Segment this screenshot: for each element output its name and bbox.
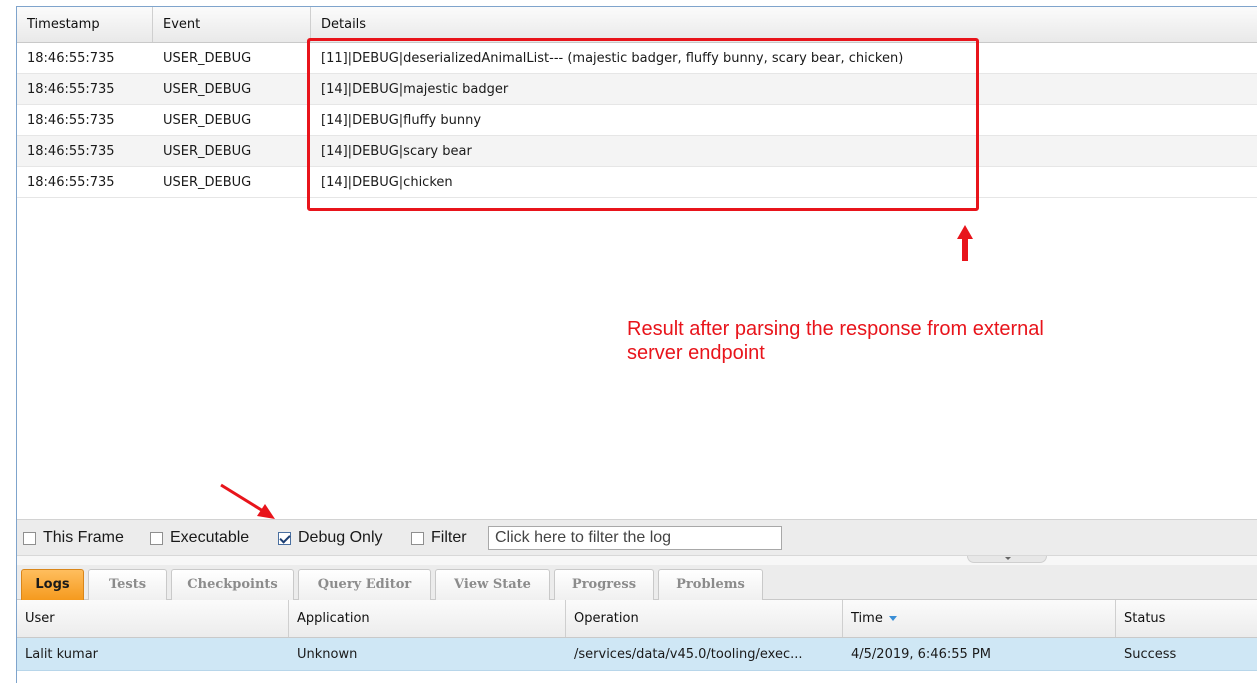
- column-header-operation[interactable]: Operation: [566, 600, 843, 637]
- annotation-text: Result after parsing the response from e…: [627, 318, 1044, 364]
- checkbox-label: Debug Only: [298, 529, 383, 546]
- checkmark-icon[interactable]: [278, 531, 291, 545]
- filter-checkbox[interactable]: Filter: [411, 529, 467, 547]
- executable-checkbox[interactable]: Executable: [150, 529, 249, 547]
- log-event: USER_DEBUG: [163, 144, 252, 159]
- developer-console-panel: Timestamp Event Details 18:46:55:735 USE…: [16, 6, 1257, 683]
- log-status: Success: [1124, 647, 1177, 662]
- column-header-timestamp[interactable]: Timestamp: [17, 7, 153, 42]
- log-user: Lalit kumar: [25, 647, 99, 662]
- column-header-user[interactable]: User: [17, 600, 289, 637]
- log-event: USER_DEBUG: [163, 175, 252, 190]
- log-event: USER_DEBUG: [163, 82, 252, 97]
- highlight-box: [307, 38, 979, 211]
- checkbox-box[interactable]: [23, 531, 36, 545]
- filter-log-input[interactable]: [488, 526, 782, 550]
- column-header-status[interactable]: Status: [1116, 600, 1257, 637]
- log-filter-bar: This Frame Executable Debug Only Filter: [17, 519, 1257, 555]
- log-timestamp: 18:46:55:735: [27, 144, 115, 159]
- tab-view-state[interactable]: View State: [435, 569, 550, 600]
- tab-tests[interactable]: Tests: [88, 569, 167, 600]
- arrow-down-right-icon: [220, 483, 275, 519]
- log-timestamp: 18:46:55:735: [27, 175, 115, 190]
- checkbox-box[interactable]: [411, 531, 424, 545]
- table-row[interactable]: Lalit kumar Unknown /services/data/v45.0…: [17, 638, 1257, 671]
- log-timestamp: 18:46:55:735: [27, 51, 115, 66]
- logs-table-header: User Application Operation Time Status: [17, 600, 1257, 638]
- tab-progress[interactable]: Progress: [554, 569, 654, 600]
- collapse-handle-icon[interactable]: [967, 556, 1047, 563]
- log-timestamp: 18:46:55:735: [27, 82, 115, 97]
- column-header-details[interactable]: Details: [311, 7, 1257, 42]
- this-frame-checkbox[interactable]: This Frame: [23, 529, 124, 547]
- log-time: 4/5/2019, 6:46:55 PM: [851, 647, 991, 662]
- log-event: USER_DEBUG: [163, 113, 252, 128]
- tab-checkpoints[interactable]: Checkpoints: [171, 569, 294, 600]
- log-application: Unknown: [297, 647, 358, 662]
- panel-splitter[interactable]: [17, 555, 1257, 565]
- checkbox-label: This Frame: [43, 529, 124, 546]
- checkbox-label: Filter: [431, 529, 467, 546]
- log-event: USER_DEBUG: [163, 51, 252, 66]
- log-operation: /services/data/v45.0/tooling/exec...: [574, 647, 803, 662]
- column-header-time[interactable]: Time: [843, 600, 1116, 637]
- tab-bar: Logs Tests Checkpoints Query Editor View…: [17, 565, 1257, 600]
- checkbox-label: Executable: [170, 529, 250, 546]
- tab-query-editor[interactable]: Query Editor: [298, 569, 431, 600]
- column-header-application[interactable]: Application: [289, 600, 566, 637]
- debug-only-checkbox[interactable]: Debug Only: [278, 529, 383, 547]
- sort-descending-icon[interactable]: [888, 616, 897, 621]
- column-header-event[interactable]: Event: [153, 7, 311, 42]
- arrow-up-icon: [957, 225, 973, 261]
- tab-problems[interactable]: Problems: [658, 569, 763, 600]
- checkbox-box[interactable]: [150, 531, 163, 545]
- log-timestamp: 18:46:55:735: [27, 113, 115, 128]
- column-header-time-label: Time: [851, 611, 883, 626]
- tab-logs[interactable]: Logs: [21, 569, 84, 600]
